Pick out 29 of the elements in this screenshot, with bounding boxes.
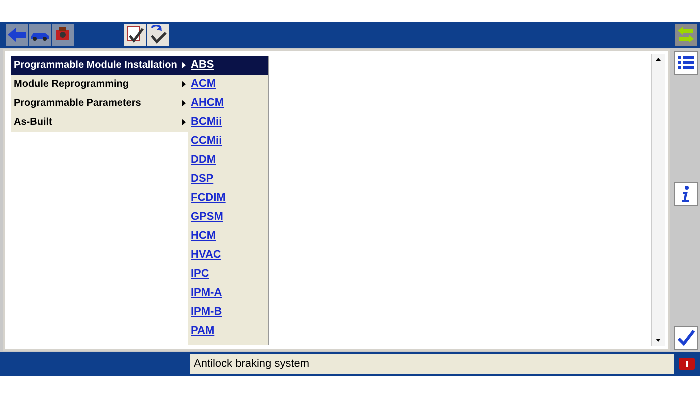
submenu-link[interactable]: HVAC [188, 246, 268, 265]
refresh-check-icon[interactable] [147, 24, 169, 46]
submenu-link[interactable]: BCMii [188, 113, 268, 132]
checkmark-icon[interactable] [674, 326, 698, 350]
scrollbar[interactable] [651, 54, 665, 346]
submenu-link[interactable]: DSP [188, 170, 268, 189]
menu-item[interactable]: As-Built [11, 113, 189, 132]
submenu-link[interactable]: FCDIM [188, 189, 268, 208]
submenu-link[interactable]: IPM-B [188, 303, 268, 322]
alert-icon [678, 357, 696, 371]
submenu-link[interactable]: ACM [188, 75, 268, 94]
submenu-link[interactable]: HCM [188, 227, 268, 246]
submenu-link[interactable]: ABS [188, 56, 268, 75]
submenu-link[interactable]: AHCM [188, 94, 268, 113]
checklist-icon[interactable] [124, 24, 146, 46]
menu-item[interactable]: Module Reprogramming [11, 75, 189, 94]
submenu-link[interactable]: IPC [188, 265, 268, 284]
submenu-link[interactable]: PAM [188, 322, 268, 341]
info-icon[interactable] [674, 182, 698, 206]
car-icon[interactable] [29, 24, 51, 46]
submenu-link[interactable]: CCMii [188, 132, 268, 151]
submenu-link[interactable]: IPM-A [188, 284, 268, 303]
submenu-link[interactable]: DDM [188, 151, 268, 170]
status-text: Antilock braking system [190, 354, 674, 374]
menu-item[interactable]: Programmable Module Installation [11, 56, 189, 75]
menu-item[interactable]: Programmable Parameters [11, 94, 189, 113]
list-icon[interactable] [674, 51, 698, 75]
engine-icon[interactable] [52, 24, 74, 46]
submenu-link[interactable]: GPSM [188, 208, 268, 227]
